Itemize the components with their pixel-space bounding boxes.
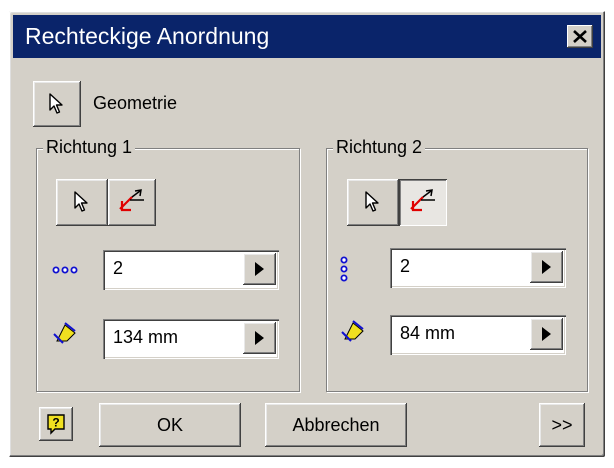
ok-button[interactable]: OK (99, 403, 241, 447)
svg-text:?: ? (52, 416, 59, 430)
ok-button-label: OK (156, 415, 183, 435)
geometry-select-button[interactable] (33, 81, 81, 127)
direction-2-title: Richtung 2 (333, 136, 426, 158)
help-button[interactable]: ? (39, 407, 73, 441)
direction-1-title: Richtung 1 (43, 136, 136, 158)
direction-1-flip-button[interactable] (108, 179, 156, 226)
cancel-button[interactable]: Abbrechen (265, 403, 407, 447)
spacing-icon (341, 320, 364, 342)
cursor-arrow-icon (49, 93, 63, 114)
triangle-right-icon (542, 327, 551, 341)
more-button[interactable]: >> (539, 403, 585, 447)
direction-2-count-input[interactable] (400, 255, 520, 277)
cursor-arrow-icon (365, 191, 379, 212)
triangle-right-icon (542, 260, 551, 274)
cancel-button-label: Abbrechen (292, 415, 380, 435)
direction-1-select-button[interactable] (56, 179, 108, 226)
triangle-right-icon (255, 331, 264, 345)
direction-2-flip-button[interactable] (399, 179, 447, 226)
dialog-window: Rechteckige Anordnung Geometrie Richtung… (9, 11, 605, 457)
direction-2-distance-field[interactable] (390, 315, 566, 355)
direction-1-distance-field[interactable] (103, 319, 279, 359)
close-icon (573, 30, 587, 43)
direction-2-select-button[interactable] (347, 179, 399, 226)
close-button[interactable] (567, 25, 593, 48)
direction-2-distance-input[interactable] (400, 322, 520, 344)
cursor-arrow-icon (74, 191, 88, 212)
direction-1-distance-arrow-button[interactable] (243, 322, 276, 354)
geometry-label: Geometrie (93, 93, 178, 113)
direction-2-count-arrow-button[interactable] (530, 251, 563, 283)
window-title: Rechteckige Anordnung (25, 23, 270, 49)
flip-direction-icon (119, 189, 144, 212)
help-icon: ? (47, 414, 65, 435)
direction-1-distance-input[interactable] (113, 326, 233, 348)
direction-2-distance-arrow-button[interactable] (530, 318, 563, 350)
spacing-icon (53, 322, 76, 344)
direction-1-count-input[interactable] (113, 257, 233, 279)
dots-vertical-icon (340, 256, 348, 282)
triangle-right-icon (255, 262, 264, 276)
flip-direction-icon (410, 189, 435, 212)
direction-2-count-field[interactable] (390, 248, 566, 288)
title-bar[interactable]: Rechteckige Anordnung (13, 15, 601, 58)
more-button-label: >> (551, 415, 573, 435)
direction-1-count-arrow-button[interactable] (243, 253, 276, 285)
dots-horizontal-icon (52, 266, 78, 274)
direction-1-count-field[interactable] (103, 250, 279, 290)
